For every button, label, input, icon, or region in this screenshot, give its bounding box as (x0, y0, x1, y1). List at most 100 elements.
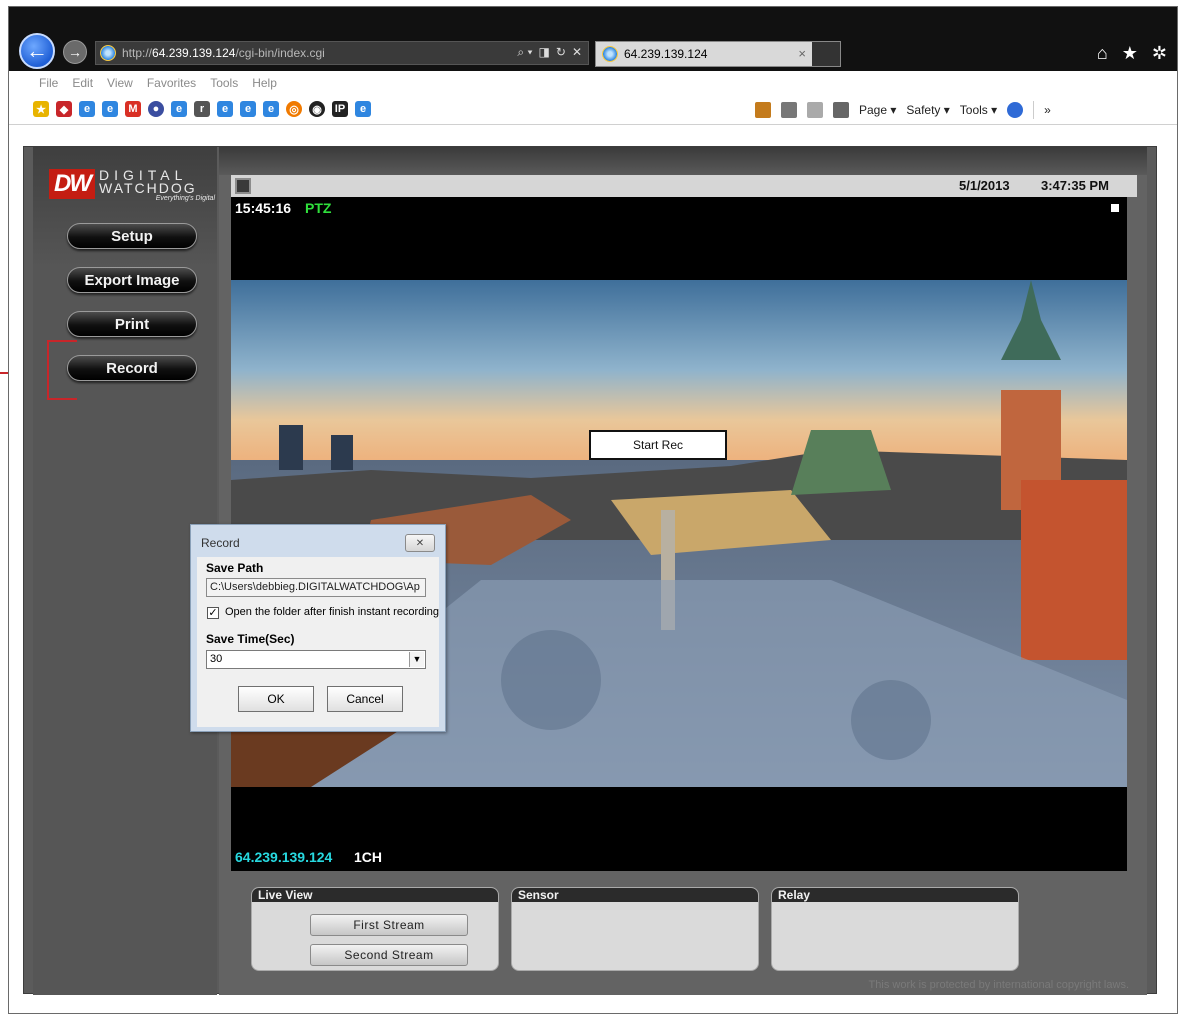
setup-button[interactable]: Setup (67, 223, 197, 249)
favorite-dark-icon[interactable]: ◉ (309, 101, 325, 117)
export-image-button[interactable]: Export Image (67, 267, 197, 293)
home-command-icon[interactable] (755, 102, 771, 118)
relay-panel: Relay (771, 887, 1019, 971)
url-text: http://64.239.139.124/cgi-bin/index.cgi (122, 46, 325, 60)
dialog-title: Record (201, 536, 240, 550)
favorite-ie-icon[interactable]: e (171, 101, 187, 117)
address-bar[interactable]: http://64.239.139.124/cgi-bin/index.cgi … (95, 41, 589, 65)
refresh-icon[interactable]: ↻ (556, 45, 566, 60)
favorite-ip-icon[interactable]: IP (332, 101, 348, 117)
logo-mark: DW (49, 169, 95, 199)
dialog-body: Save Path C:\Users\debbieg.DIGITALWATCHD… (197, 557, 439, 727)
favorite-ie-icon[interactable]: e (217, 101, 233, 117)
gmail-icon[interactable]: M (125, 101, 141, 117)
open-folder-label[interactable]: Open the folder after finish instant rec… (225, 606, 439, 618)
forward-button[interactable]: → (63, 40, 87, 64)
sensor-panel: Sensor (511, 887, 759, 971)
search-icon[interactable]: ⌕ ▾ (517, 45, 532, 60)
menu-help[interactable]: Help (252, 76, 277, 90)
live-view-title: Live View (252, 888, 498, 902)
settings-gear-icon[interactable]: ✲ (1152, 43, 1167, 64)
print-icon[interactable] (833, 102, 849, 118)
favorite-ie-icon[interactable]: e (102, 101, 118, 117)
tab-close-icon[interactable]: × (798, 46, 806, 61)
start-rec-popup[interactable]: Start Rec (589, 430, 727, 460)
logo-line2: WATCHDOG (99, 180, 197, 196)
favorite-ie-icon[interactable]: e (263, 101, 279, 117)
tab-ie-icon (602, 46, 618, 62)
divider (1033, 101, 1035, 119)
browser-tab[interactable]: 64.239.139.124 × (595, 41, 841, 67)
save-time-select[interactable]: 30 ▼ (206, 650, 426, 669)
favorite-ie-icon[interactable]: e (240, 101, 256, 117)
stop-icon[interactable]: ✕ (572, 45, 582, 60)
cancel-button[interactable]: Cancel (327, 686, 403, 712)
back-button[interactable]: ← (19, 33, 55, 69)
second-stream-button[interactable]: Second Stream (310, 944, 468, 966)
ok-button[interactable]: OK (238, 686, 314, 712)
browser-right-icons: ⌂ ★ ✲ (1097, 43, 1167, 64)
arrow-right-icon: → (68, 44, 82, 60)
url-path: /cgi-bin/index.cgi (235, 46, 325, 60)
print-button[interactable]: Print (67, 311, 197, 337)
first-stream-button[interactable]: First Stream (310, 914, 468, 936)
favorite-site-icon[interactable]: ◆ (56, 101, 72, 117)
page-content: DW DIGITAL WATCHDOG Everything's Digital… (9, 126, 1177, 1013)
record-dialog: Record ✕ Save Path C:\Users\debbieg.DIGI… (190, 524, 446, 732)
menu-bar: File Edit View Favorites Tools Help (9, 71, 1177, 95)
command-bar: Page ▾ Safety ▾ Tools ▾ » (755, 101, 1051, 119)
header-strip (219, 147, 1147, 175)
new-tab-button[interactable] (812, 42, 840, 66)
favorite-ie-icon[interactable]: e (79, 101, 95, 117)
chevron-down-icon[interactable]: ▼ (409, 652, 424, 667)
record-button[interactable]: Record (67, 355, 197, 381)
browser-window: ← → http://64.239.139.124/cgi-bin/index.… (8, 6, 1178, 1014)
menu-file[interactable]: File (39, 76, 58, 90)
home-icon[interactable]: ⌂ (1097, 43, 1108, 64)
url-prefix: http:// (122, 46, 153, 60)
add-favorite-icon[interactable]: ★ (33, 101, 49, 117)
osd-indicator (1111, 204, 1119, 212)
favorites-star-icon[interactable]: ★ (1122, 43, 1138, 64)
status-strip: 5/1/2013 3:47:35 PM (231, 175, 1137, 197)
favorites-icons: ★ ◆ e e M ● e r e e e ◎ ◉ IP e (33, 101, 371, 117)
save-path-input[interactable]: C:\Users\debbieg.DIGITALWATCHDOG\Ap (206, 578, 426, 597)
compatibility-icon[interactable]: ◨ (539, 45, 550, 60)
more-chevron-icon[interactable]: » (1044, 103, 1051, 117)
relay-title: Relay (772, 888, 1018, 902)
live-view-panel: Live View First Stream Second Stream (251, 887, 499, 971)
save-path-label: Save Path (206, 561, 264, 575)
menu-favorites[interactable]: Favorites (147, 76, 196, 90)
menu-tools[interactable]: Tools (210, 76, 238, 90)
address-actions: ⌕ ▾ ◨ ↻ ✕ (517, 45, 582, 60)
dialog-close-button[interactable]: ✕ (405, 534, 435, 552)
safety-menu[interactable]: Safety ▾ (906, 103, 949, 117)
sensor-title: Sensor (512, 888, 758, 902)
url-host: 64.239.139.124 (152, 46, 236, 60)
browser-toolbar: ← → http://64.239.139.124/cgi-bin/index.… (9, 7, 1177, 71)
help-icon[interactable] (1007, 102, 1024, 118)
menu-edit[interactable]: Edit (72, 76, 93, 90)
favorite-rss-icon[interactable]: r (194, 101, 210, 117)
favorite-circle-icon[interactable]: ◎ (286, 101, 302, 117)
open-folder-checkbox[interactable]: ✓ (207, 607, 219, 619)
feeds-icon[interactable] (781, 102, 797, 118)
tools-menu[interactable]: Tools ▾ (960, 103, 997, 117)
ie-icon (100, 45, 116, 61)
page-menu[interactable]: Page ▾ (859, 103, 896, 117)
save-time-label: Save Time(Sec) (206, 632, 295, 646)
tab-title: 64.239.139.124 (624, 47, 708, 61)
favorites-bar: ★ ◆ e e M ● e r e e e ◎ ◉ IP e Page ▾ Sa… (9, 95, 1177, 125)
favorite-globe-icon[interactable]: ● (148, 101, 164, 117)
record-callout-bracket (47, 340, 77, 400)
digital-watchdog-logo: DW DIGITAL WATCHDOG Everything's Digital (49, 167, 215, 203)
fullscreen-icon[interactable] (235, 178, 251, 194)
favorite-ie-icon[interactable]: e (355, 101, 371, 117)
status-date: 5/1/2013 (959, 178, 1010, 193)
osd-ip-address: 64.239.139.124 (235, 849, 333, 865)
menu-view[interactable]: View (107, 76, 133, 90)
logo-tagline: Everything's Digital (155, 195, 215, 202)
status-time: 3:47:35 PM (1041, 178, 1109, 193)
close-icon: ✕ (415, 537, 425, 549)
mail-icon[interactable] (807, 102, 823, 118)
